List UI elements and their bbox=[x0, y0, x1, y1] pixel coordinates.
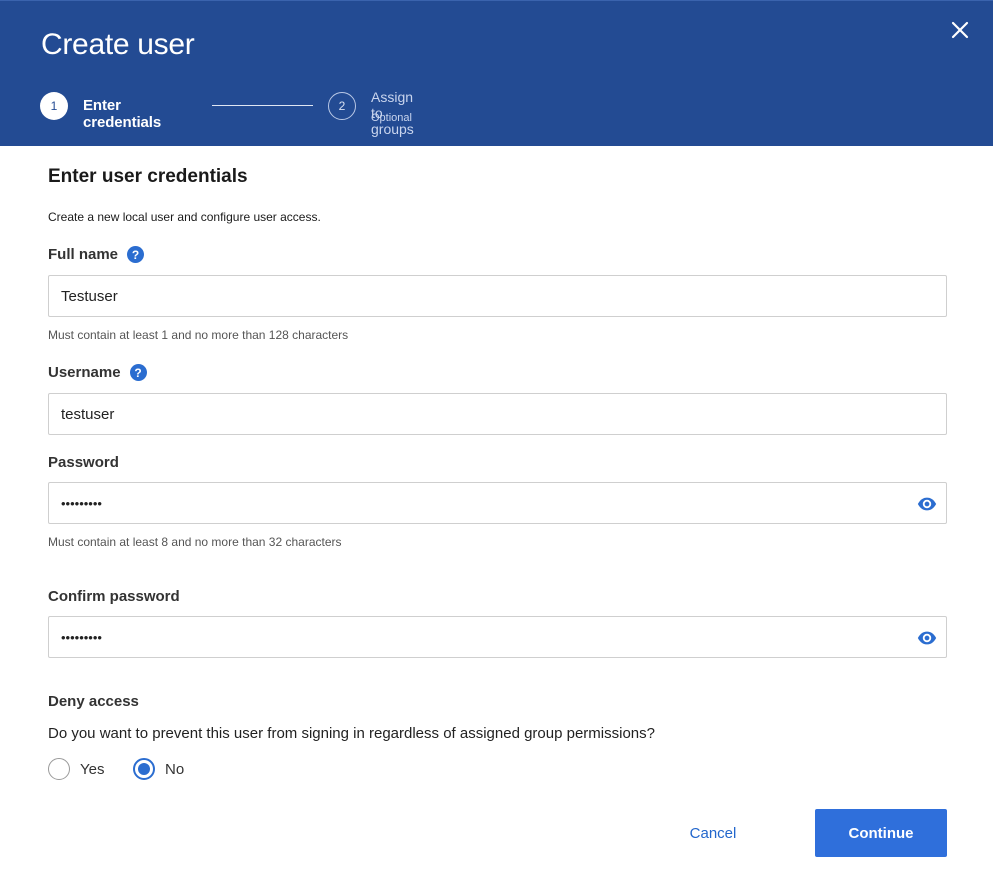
modal-title: Create user bbox=[41, 28, 195, 61]
password-label-text: Password bbox=[48, 454, 119, 471]
username-value: testuser bbox=[61, 405, 115, 423]
continue-button[interactable]: Continue bbox=[815, 809, 947, 857]
full-name-input[interactable]: Testuser bbox=[48, 275, 947, 317]
password-hint: Must contain at least 8 and no more than… bbox=[48, 535, 342, 549]
username-input[interactable]: testuser bbox=[48, 393, 947, 435]
step-2-sublabel: Optional bbox=[371, 112, 412, 124]
confirm-password-label-text: Confirm password bbox=[48, 588, 180, 605]
radio-yes[interactable] bbox=[48, 758, 70, 780]
deny-access-question: Do you want to prevent this user from si… bbox=[48, 725, 655, 742]
step-1-label: Enter credentials bbox=[83, 97, 162, 131]
password-value: ••••••••• bbox=[61, 495, 102, 511]
radio-yes-label: Yes bbox=[80, 760, 105, 778]
question-circle-icon[interactable]: ? bbox=[129, 364, 147, 381]
section-description: Create a new local user and configure us… bbox=[48, 210, 321, 224]
cancel-button[interactable]: Cancel bbox=[662, 809, 764, 857]
deny-access-label: Deny access bbox=[48, 693, 139, 710]
full-name-hint: Must contain at least 1 and no more than… bbox=[48, 328, 349, 342]
step-1-number: 1 bbox=[40, 92, 68, 120]
question-circle-icon[interactable]: ? bbox=[127, 246, 145, 263]
step-connector bbox=[212, 105, 313, 106]
eye-icon bbox=[917, 631, 937, 645]
radio-selected-dot bbox=[138, 763, 150, 775]
username-label-text: Username bbox=[48, 364, 121, 381]
show-password-button[interactable] bbox=[916, 493, 938, 515]
radio-no-label: No bbox=[165, 760, 185, 778]
show-confirm-password-button[interactable] bbox=[916, 627, 938, 649]
close-button[interactable] bbox=[947, 17, 973, 43]
full-name-label: Full name ? bbox=[48, 246, 145, 263]
username-label: Username ? bbox=[48, 364, 147, 381]
radio-no[interactable] bbox=[133, 758, 155, 780]
deny-access-yes-option[interactable]: Yes bbox=[48, 758, 104, 780]
close-icon bbox=[951, 21, 969, 39]
password-label: Password bbox=[48, 454, 119, 471]
confirm-password-label: Confirm password bbox=[48, 588, 180, 605]
deny-access-no-option[interactable]: No bbox=[133, 758, 184, 780]
eye-icon bbox=[917, 497, 937, 511]
full-name-value: Testuser bbox=[61, 287, 118, 305]
confirm-password-value: ••••••••• bbox=[61, 629, 102, 645]
step-2-number: 2 bbox=[328, 92, 356, 120]
full-name-label-text: Full name bbox=[48, 246, 119, 263]
confirm-password-input[interactable]: ••••••••• bbox=[48, 616, 947, 658]
modal-header: Create user 1 Enter credentials 2 Assign… bbox=[0, 0, 993, 146]
section-title: Enter user credentials bbox=[48, 166, 248, 187]
password-input[interactable]: ••••••••• bbox=[48, 482, 947, 524]
